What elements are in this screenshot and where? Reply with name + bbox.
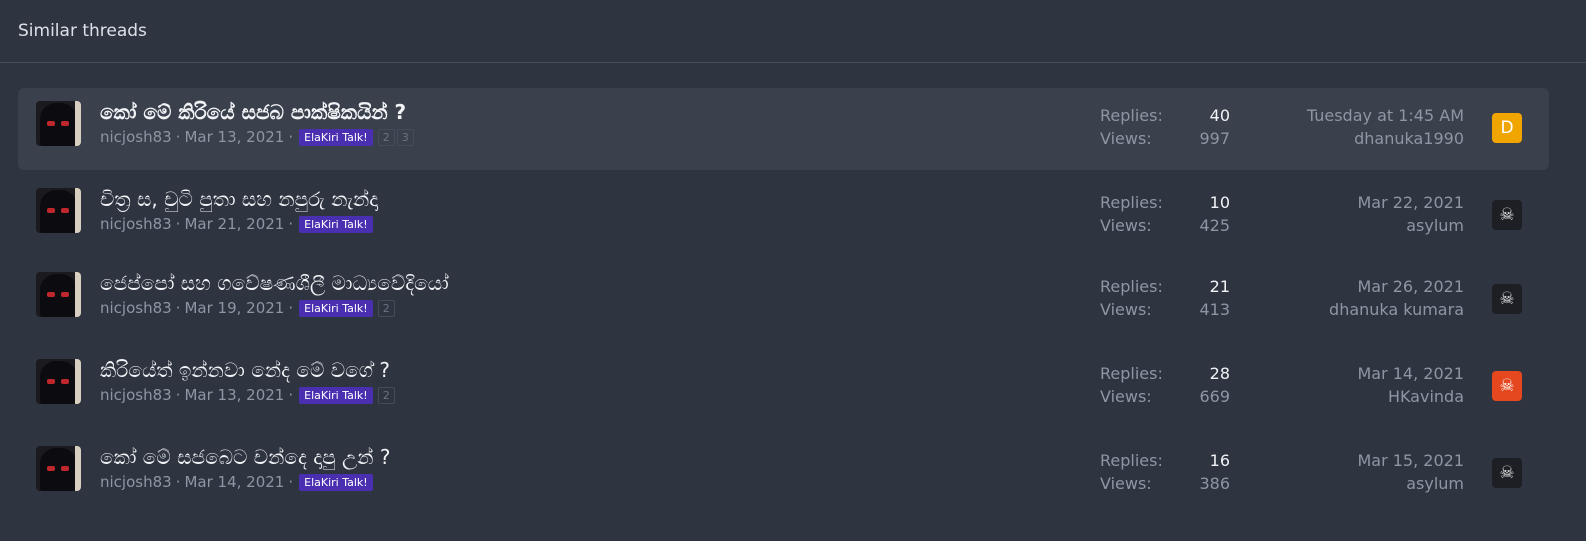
author-avatar[interactable]: [36, 359, 81, 404]
prefix-label[interactable]: ElaKiri Talk!: [299, 128, 373, 146]
replies-count: 40: [1209, 106, 1230, 125]
thread-stats: Replies: 16 Views: 386: [1100, 449, 1230, 495]
thread-stats: Replies: 28 Views: 669: [1100, 362, 1230, 408]
views-label: Views:: [1100, 474, 1152, 493]
skull-icon[interactable]: ☠: [1492, 371, 1522, 401]
views-label: Views:: [1100, 216, 1152, 235]
views-label: Views:: [1100, 300, 1152, 319]
last-poster-link[interactable]: HKavinda: [1357, 385, 1464, 408]
author-avatar[interactable]: [36, 188, 81, 233]
last-post-info: Mar 22, 2021 asylum: [1357, 191, 1464, 237]
views-label: Views:: [1100, 129, 1152, 148]
thread-stats: Replies: 10 Views: 425: [1100, 191, 1230, 237]
replies-label: Replies:: [1100, 364, 1163, 383]
meta-separator: ·: [175, 386, 181, 404]
meta-separator: ·: [288, 473, 294, 491]
thread-date[interactable]: Mar 13, 2021: [184, 128, 284, 146]
thread-title-link[interactable]: කෝ මේ කිරියේ සජබ පාක්ෂිකයින් ?: [100, 98, 414, 126]
meta-separator: ·: [175, 473, 181, 491]
thread-date[interactable]: Mar 13, 2021: [184, 386, 284, 404]
thread-date[interactable]: Mar 14, 2021: [184, 473, 284, 491]
page-link[interactable]: 3: [396, 128, 414, 146]
author-avatar[interactable]: [36, 272, 81, 317]
thread-stats: Replies: 40 Views: 997: [1100, 104, 1230, 150]
thread-title-link[interactable]: චිත්‍ර ස, චුටි පුතා සහ නපුරු නැන්දා: [100, 185, 378, 213]
thread-author-link[interactable]: nicjosh83: [100, 215, 172, 233]
page-link[interactable]: 2: [377, 386, 395, 404]
masked-face-icon[interactable]: ☠: [1492, 284, 1522, 314]
views-count: 413: [1199, 300, 1230, 319]
last-post-info: Mar 15, 2021 asylum: [1357, 449, 1464, 495]
meta-separator: ·: [288, 386, 294, 404]
replies-label: Replies:: [1100, 451, 1163, 470]
similar-threads-panel: Similar threads කෝ මේ කිරියේ සජබ පාක්ෂික…: [0, 0, 1586, 541]
skull-icon[interactable]: ☠: [1492, 200, 1522, 230]
thread-author-link[interactable]: nicjosh83: [100, 473, 172, 491]
views-count: 669: [1199, 387, 1230, 406]
replies-count: 16: [1209, 451, 1230, 470]
last-post-info: Mar 26, 2021 dhanuka kumara: [1329, 275, 1464, 321]
last-poster-avatar[interactable]: D: [1492, 113, 1522, 143]
last-post-date[interactable]: Mar 15, 2021: [1357, 449, 1464, 472]
last-post-date[interactable]: Tuesday at 1:45 AM: [1307, 104, 1464, 127]
views-count: 997: [1199, 129, 1230, 148]
thread-title-link[interactable]: ජෙප්පෝ සහ ගවේෂණශීලී මාධ්‍යවේදියෝ: [100, 269, 449, 297]
meta-separator: ·: [175, 128, 181, 146]
author-avatar[interactable]: [36, 446, 81, 491]
replies-count: 21: [1209, 277, 1230, 296]
views-count: 386: [1199, 474, 1230, 493]
page-link[interactable]: 2: [377, 299, 395, 317]
meta-separator: ·: [288, 128, 294, 146]
meta-separator: ·: [175, 299, 181, 317]
thread-date[interactable]: Mar 21, 2021: [184, 215, 284, 233]
last-poster-link[interactable]: asylum: [1357, 472, 1464, 495]
skull-icon[interactable]: ☠: [1492, 458, 1522, 488]
thread-title-link[interactable]: කිරියේත් ඉන්නවා නේද මේ වගේ ?: [100, 356, 395, 384]
prefix-label[interactable]: ElaKiri Talk!: [299, 386, 373, 404]
meta-separator: ·: [288, 299, 294, 317]
replies-label: Replies:: [1100, 277, 1163, 296]
last-post-date[interactable]: Mar 14, 2021: [1357, 362, 1464, 385]
thread-title-link[interactable]: කෝ මේ සජබෙට චන්දෙ දාපු උන් ?: [100, 443, 390, 471]
replies-label: Replies:: [1100, 106, 1163, 125]
thread-row[interactable]: කෝ මේ කිරියේ සජබ පාක්ෂිකයින් ? nicjosh83…: [18, 88, 1549, 170]
thread-date[interactable]: Mar 19, 2021: [184, 299, 284, 317]
last-post-date[interactable]: Mar 22, 2021: [1357, 191, 1464, 214]
views-count: 425: [1199, 216, 1230, 235]
thread-row[interactable]: කිරියේත් ඉන්නවා නේද මේ වගේ ? nicjosh83 ·…: [18, 346, 1549, 428]
thread-row[interactable]: කෝ මේ සජබෙට චන්දෙ දාපු උන් ? nicjosh83 ·…: [18, 433, 1549, 515]
replies-label: Replies:: [1100, 193, 1163, 212]
replies-count: 10: [1209, 193, 1230, 212]
meta-separator: ·: [175, 215, 181, 233]
meta-separator: ·: [288, 215, 294, 233]
views-label: Views:: [1100, 387, 1152, 406]
thread-author-link[interactable]: nicjosh83: [100, 128, 172, 146]
thread-stats: Replies: 21 Views: 413: [1100, 275, 1230, 321]
last-post-date[interactable]: Mar 26, 2021: [1329, 275, 1464, 298]
thread-row[interactable]: ජෙප්පෝ සහ ගවේෂණශීලී මාධ්‍යවේදියෝ nicjosh…: [18, 259, 1549, 341]
last-poster-link[interactable]: asylum: [1357, 214, 1464, 237]
panel-title: Similar threads: [0, 0, 1586, 63]
thread-author-link[interactable]: nicjosh83: [100, 299, 172, 317]
last-post-info: Tuesday at 1:45 AM dhanuka1990: [1307, 104, 1464, 150]
thread-author-link[interactable]: nicjosh83: [100, 386, 172, 404]
replies-count: 28: [1209, 364, 1230, 383]
last-post-info: Mar 14, 2021 HKavinda: [1357, 362, 1464, 408]
prefix-label[interactable]: ElaKiri Talk!: [299, 215, 373, 233]
page-link[interactable]: 2: [377, 128, 395, 146]
author-avatar[interactable]: [36, 101, 81, 146]
thread-row[interactable]: චිත්‍ර ස, චුටි පුතා සහ නපුරු නැන්දා nicj…: [18, 175, 1549, 257]
last-poster-link[interactable]: dhanuka kumara: [1329, 298, 1464, 321]
prefix-label[interactable]: ElaKiri Talk!: [299, 299, 373, 317]
last-poster-link[interactable]: dhanuka1990: [1307, 127, 1464, 150]
prefix-label[interactable]: ElaKiri Talk!: [299, 473, 373, 491]
